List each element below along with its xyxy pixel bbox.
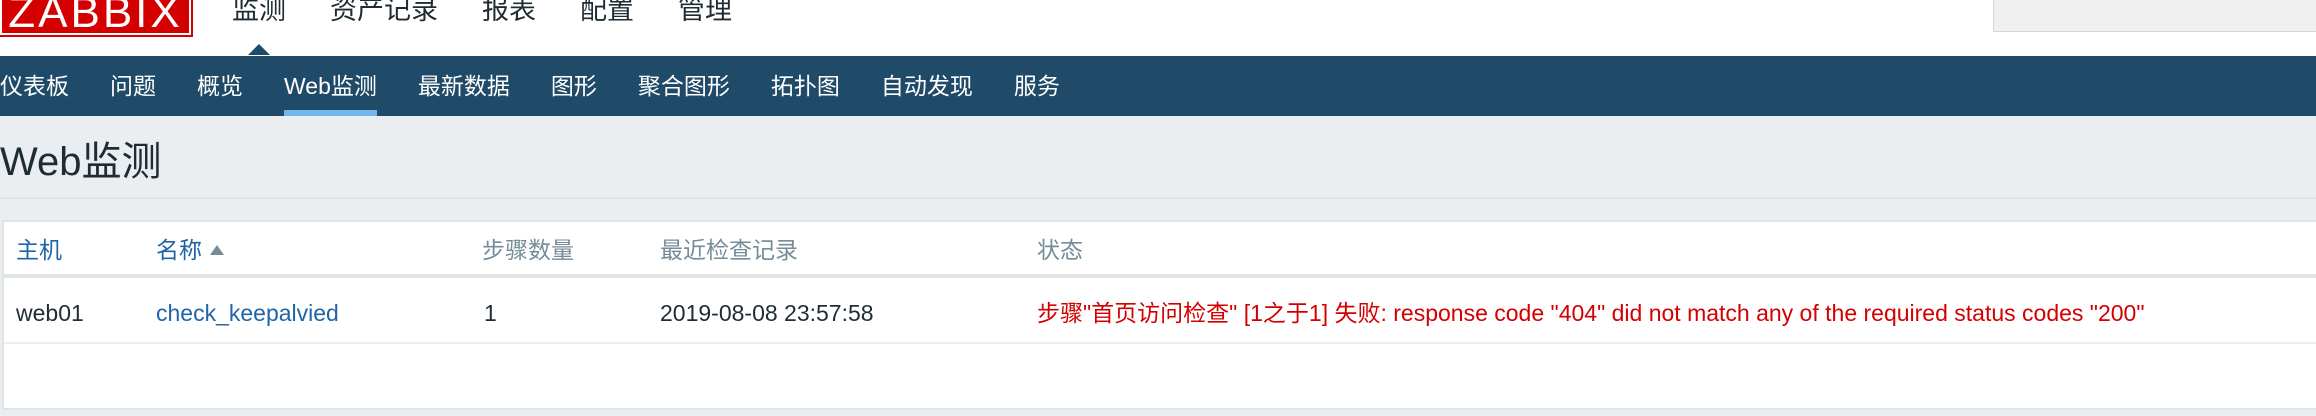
- row-host: web01: [16, 300, 84, 326]
- header-name[interactable]: 名称: [156, 222, 224, 278]
- subnav-web-monitoring[interactable]: Web监测: [284, 56, 377, 116]
- header-name-label[interactable]: 名称: [156, 237, 202, 263]
- title-divider: [0, 197, 2316, 199]
- subnav-problems[interactable]: 问题: [110, 56, 156, 116]
- header-last-check: 最近检查记录: [660, 237, 798, 263]
- row-status-error: 步骤"首页访问检查" [1之于1] 失败: response code "404…: [1037, 300, 2145, 326]
- subnav-screens[interactable]: 聚合图形: [638, 56, 730, 116]
- subnav-graphs[interactable]: 图形: [551, 56, 597, 116]
- main-menu-administration[interactable]: 管理: [678, 0, 732, 30]
- table-header: 主机 名称 步骤数量 最近检查记录 状态: [4, 222, 2316, 278]
- main-menu-inventory[interactable]: 资产记录: [330, 0, 438, 30]
- subnav-discovery[interactable]: 自动发现: [881, 56, 973, 116]
- sub-navigation: 仪表板 问题 概览 Web监测 最新数据 图形 聚合图形 拓扑图 自动发现 服务: [0, 56, 2316, 116]
- zabbix-logo[interactable]: ZABBIX: [0, 0, 193, 37]
- main-menu: 监测 资产记录 报表 配置 管理: [232, 0, 776, 55]
- row-name-link[interactable]: check_keepalvied: [156, 282, 339, 344]
- row-steps: 1: [484, 300, 497, 326]
- main-menu-configuration[interactable]: 配置: [580, 0, 634, 30]
- subnav-latest-data[interactable]: 最新数据: [418, 56, 510, 116]
- subnav-maps[interactable]: 拓扑图: [771, 56, 840, 116]
- main-menu-reports[interactable]: 报表: [482, 0, 536, 30]
- web-scenarios-table: 主机 名称 步骤数量 最近检查记录 状态 web01 check_keepalv…: [2, 220, 2316, 410]
- subnav-dashboard[interactable]: 仪表板: [0, 56, 69, 116]
- sort-ascending-icon: [210, 244, 224, 255]
- main-menu-monitoring[interactable]: 监测: [232, 0, 286, 55]
- row-last-check: 2019-08-08 23:57:58: [660, 300, 874, 326]
- header-steps: 步骤数量: [482, 237, 574, 263]
- search-input[interactable]: [1993, 0, 2316, 32]
- subnav-overview[interactable]: 概览: [197, 56, 243, 116]
- header-host[interactable]: 主机: [16, 222, 62, 278]
- subnav-services[interactable]: 服务: [1014, 56, 1060, 116]
- page-title: Web监测: [0, 140, 162, 184]
- header-status: 状态: [1037, 237, 1083, 263]
- top-header: ZABBIX 监测 资产记录 报表 配置 管理: [0, 0, 2316, 56]
- table-row: web01 check_keepalvied 1 2019-08-08 23:5…: [4, 282, 2316, 344]
